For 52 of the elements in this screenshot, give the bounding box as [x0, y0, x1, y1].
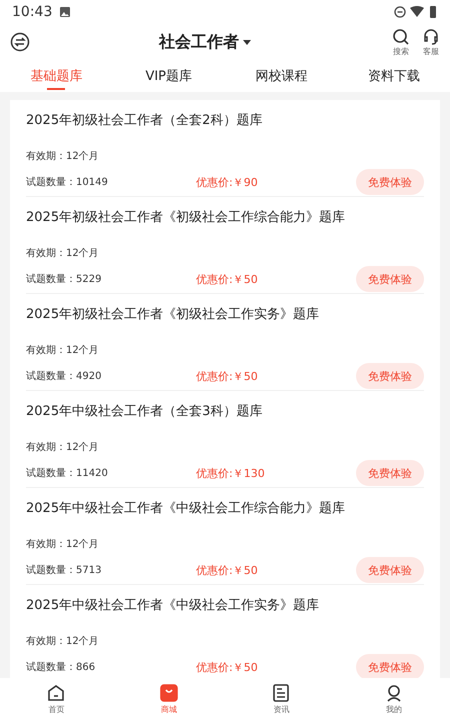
question-count: 试题数量：10149 [26, 176, 109, 189]
product-title[interactable]: 2025年中级社会工作者（全套3科）题库 [26, 402, 424, 420]
free-trial-button[interactable]: 免费体验 [356, 169, 424, 195]
price-text: 优惠价:￥50 [196, 272, 259, 286]
search-icon [392, 28, 410, 46]
nav-item[interactable]: 我的 [338, 678, 450, 720]
tab[interactable]: 资料下载 [338, 60, 450, 92]
product-title[interactable]: 2025年初级社会工作者《初级社会工作实务》题库 [26, 305, 424, 323]
home-icon [47, 684, 66, 702]
headset-icon [422, 28, 440, 46]
tab[interactable]: 基础题库 [0, 60, 112, 92]
newspaper-icon [272, 684, 290, 702]
free-trial-button[interactable]: 免费体验 [356, 557, 424, 583]
tab[interactable]: 网校课程 [225, 60, 338, 92]
question-count: 试题数量：5713 [26, 564, 102, 577]
free-trial-button[interactable]: 免费体验 [356, 266, 424, 292]
user-icon [384, 684, 403, 702]
nav-item[interactable]: 资讯 [225, 678, 338, 720]
search-button[interactable]: 搜索 [392, 28, 410, 56]
price-text: 优惠价:￥50 [196, 562, 259, 578]
shopping-bag-icon [160, 684, 178, 702]
price-text: 优惠价:￥50 [196, 368, 259, 384]
product-title[interactable]: 2025年初级社会工作者《初级社会工作综合能力》题库 [26, 208, 424, 226]
validity-text: 有效期：12个月 [26, 246, 100, 260]
status-icons-drawing [394, 5, 438, 19]
free-trial-button[interactable]: 免费体验 [356, 460, 424, 486]
image-icon [60, 7, 70, 17]
validity-text: 有效期：12个月 [26, 440, 100, 454]
free-trial-button[interactable]: 免费体验 [356, 363, 424, 389]
validity-text: 有效期：12个月 [26, 150, 100, 163]
question-count: 试题数量：4920 [26, 370, 102, 383]
service-button[interactable]: 客服 [422, 28, 440, 56]
caret-icon[interactable] [243, 40, 251, 44]
nav-item[interactable]: 商城 [112, 678, 225, 720]
tab[interactable]: VIP题库 [112, 60, 225, 92]
nav-item[interactable]: 首页 [0, 678, 112, 720]
status-time: 10:43 [12, 4, 52, 20]
validity-text: 有效期：12个月 [26, 538, 100, 551]
product-title[interactable]: 2025年中级社会工作者《中级社会工作综合能力》题库 [26, 499, 424, 517]
switch-icon[interactable] [10, 32, 30, 52]
free-trial-button[interactable]: 免费体验 [356, 654, 424, 678]
validity-text: 有效期：12个月 [26, 344, 100, 357]
product-title[interactable]: 2025年中级社会工作者《中级社会工作实务》题库 [26, 596, 424, 614]
question-count: 试题数量：11420 [26, 466, 109, 480]
price-text: 优惠价:￥90 [196, 174, 259, 190]
question-count: 试题数量：866 [26, 660, 96, 674]
question-count: 试题数量：5229 [26, 272, 102, 286]
price-text: 优惠价:￥130 [196, 466, 266, 480]
header-title[interactable]: 社会工作者 [159, 32, 239, 52]
validity-text: 有效期：12个月 [26, 634, 100, 648]
price-text: 优惠价:￥50 [196, 660, 259, 674]
product-title[interactable]: 2025年初级社会工作者（全套2科）题库 [26, 111, 424, 129]
